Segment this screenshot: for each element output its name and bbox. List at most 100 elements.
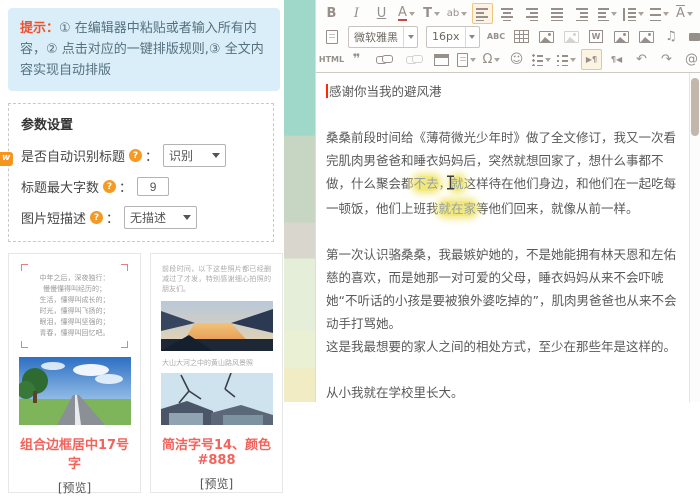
background-collage-strip [284, 0, 315, 402]
help-icon[interactable]: ? [103, 180, 116, 193]
redo-icon[interactable]: ↷ [656, 49, 677, 70]
insert-table-icon[interactable] [511, 26, 532, 47]
template-poem-sample: 中年之后，深夜独行： 慢慢懂得叫经历的； 生活，懂得叫成长的； 时光，懂得叫飞扬… [21, 264, 128, 348]
params-title: 参数设置 [21, 114, 261, 133]
align-left-icon[interactable] [472, 3, 493, 24]
document-title-line[interactable]: 感谢你当我的避风港 [326, 80, 680, 103]
template-preview-link[interactable]: [预览] [158, 475, 275, 492]
multi-image-icon[interactable] [636, 26, 657, 47]
auto-title-row: 是否自动识别标题 ? ： 识别 [21, 144, 261, 167]
auto-title-select[interactable]: 识别 [163, 144, 226, 167]
max-chars-label: 标题最大字数 [21, 177, 99, 196]
blank-line[interactable] [326, 103, 680, 126]
template-title[interactable]: 组合边框居中17号字 [16, 434, 133, 472]
tip-box: 提示：① 在编辑器中粘贴或者输入所有内容，② 点击对应的一键排版规则,③ 全文内… [8, 8, 280, 91]
highlighted-text: 就在家 [439, 201, 477, 216]
font-family-value: 微软雅黑 [349, 29, 403, 45]
insert-image-icon[interactable] [536, 26, 557, 47]
italic-icon[interactable]: I [346, 3, 367, 24]
underline-icon[interactable]: U [371, 3, 392, 24]
chevron-down-icon [494, 58, 500, 62]
text-caret [326, 84, 328, 98]
ordered-list-icon[interactable] [556, 49, 577, 70]
text-format-icon[interactable]: T [421, 3, 442, 24]
colon: ： [119, 177, 132, 196]
spellcheck-icon[interactable]: ABC [486, 26, 507, 47]
font-color-icon[interactable]: A [396, 3, 417, 24]
new-document-icon[interactable] [321, 26, 342, 47]
link-icon[interactable] [371, 49, 392, 70]
img-desc-row: 图片短描述 ? ： 无描述 [21, 206, 261, 229]
insert-video-icon[interactable] [686, 26, 700, 47]
special-char-icon[interactable]: Ω [481, 49, 502, 70]
chevron-down-icon [687, 12, 693, 16]
word-image-icon[interactable]: W [586, 26, 607, 47]
template-list: 中年之后，深夜独行： 慢慢懂得叫经历的； 生活，懂得叫成长的； 时光，懂得叫飞扬… [8, 253, 280, 493]
poem-line: 时光，懂得叫飞扬的； [25, 306, 124, 317]
unlink-icon[interactable] [401, 49, 422, 70]
editor-scrollbar-thumb[interactable] [691, 78, 699, 136]
select-arrow-icon [183, 215, 191, 220]
chevron-down-icon [570, 58, 576, 62]
template-card-bordered-17[interactable]: 中年之后，深夜独行： 慢慢懂得叫经历的； 生活，懂得叫成长的； 时光，懂得叫飞扬… [8, 253, 141, 493]
indent-icon[interactable] [597, 3, 618, 24]
font-size-select[interactable]: 16px [426, 26, 480, 48]
chevron-down-icon [611, 12, 617, 16]
select-arrow-icon [212, 153, 220, 158]
editor-paragraph[interactable]: 桑桑前段时间给《薄荷微光少年时》做了全文修订，我又一次看完肌肉男爸爸和睡衣妈妈后… [326, 126, 680, 220]
ibeam-cursor-icon [446, 174, 455, 197]
insert-music-icon[interactable]: ♫ [661, 26, 682, 47]
bold-icon[interactable]: B [321, 3, 342, 24]
ltr-paragraph-icon[interactable]: ▶¶ [581, 49, 602, 70]
undo-icon[interactable]: ↶ [631, 49, 652, 70]
chevron-down-icon [545, 58, 551, 62]
align-justify-icon[interactable] [547, 3, 568, 24]
align-center-icon[interactable] [497, 3, 518, 24]
insert-template-icon[interactable] [456, 49, 477, 70]
highlight-color-icon[interactable]: ab [446, 3, 468, 24]
blank-line[interactable] [326, 358, 680, 381]
paragraph-spacing-icon[interactable] [649, 3, 670, 24]
img-desc-select[interactable]: 无描述 [124, 206, 197, 229]
poem-line: 青春，懂得叫回忆吧。 [25, 328, 124, 339]
blank-line[interactable] [326, 220, 680, 243]
template-preview-image-village [161, 373, 273, 425]
editor-scrollbar[interactable] [689, 73, 700, 402]
rtl-paragraph-icon[interactable]: ¶◀ [606, 49, 627, 70]
help-icon[interactable]: ? [90, 211, 103, 224]
screenshot-icon[interactable] [561, 26, 582, 47]
align-right-icon[interactable] [522, 3, 543, 24]
font-size-value: 16px [427, 30, 465, 43]
font-family-select[interactable]: 微软雅黑 [348, 26, 418, 48]
emoji-icon[interactable]: ☺ [506, 49, 527, 70]
line-height-icon[interactable] [622, 3, 644, 24]
single-image-icon[interactable] [611, 26, 632, 47]
blockquote-icon[interactable]: ❞ [346, 49, 367, 70]
poem-line: 中年之后，深夜独行： [25, 273, 124, 284]
template-title[interactable]: 简洁字号14、颜色#888 [158, 434, 275, 468]
editor-content[interactable]: 感谢你当我的避风港 桑桑前段时间给《薄荷微光少年时》做了全文修订，我又一次看完肌… [316, 73, 700, 402]
chevron-down-icon [461, 12, 467, 16]
new-badge: w [0, 152, 13, 166]
toolbar-row-3: HTML❞Ω☺▶¶¶◀↶↷@ ⤢ [319, 48, 697, 71]
chevron-down-icon [409, 12, 415, 16]
max-chars-row: 标题最大字数 ? ： [21, 177, 261, 196]
indent-first-line-icon[interactable] [572, 3, 593, 24]
unordered-list-icon[interactable] [531, 49, 552, 70]
editor-paragraph[interactable]: 从小我就在学校里长大。 [326, 381, 680, 402]
chevron-down-icon [663, 12, 669, 16]
html-source-icon[interactable]: HTML [321, 49, 342, 70]
paragraph-text: 等他们回来，就像从前一样。 [476, 201, 639, 216]
max-chars-input[interactable] [137, 177, 169, 196]
search-replace-icon[interactable]: @ [681, 49, 700, 70]
template-caption-sample: 大山大河之中的黄山路风景照 [162, 358, 271, 368]
editor-paragraph[interactable]: 第一次认识骆桑桑，我最嫉妒她的，不是她能拥有林天恩和左佑慈的喜欢，而是她那一对可… [326, 243, 680, 335]
chevron-down-icon [470, 58, 476, 62]
letter-spacing-icon[interactable]: A [674, 3, 695, 24]
editor-paragraph[interactable]: 这是我最想要的家人之间的相处方式，至少在那些年是这样的。 [326, 335, 680, 358]
panel-icon[interactable] [431, 49, 452, 70]
template-preview-link[interactable]: [预览] [16, 479, 133, 496]
template-preview-image-river [161, 301, 273, 351]
template-card-simple-14[interactable]: 前段时间，以下这些照片都已经删减过了才发，特别感谢细心拍照的朋友们。 大山大 [150, 253, 283, 493]
help-icon[interactable]: ? [129, 149, 142, 162]
